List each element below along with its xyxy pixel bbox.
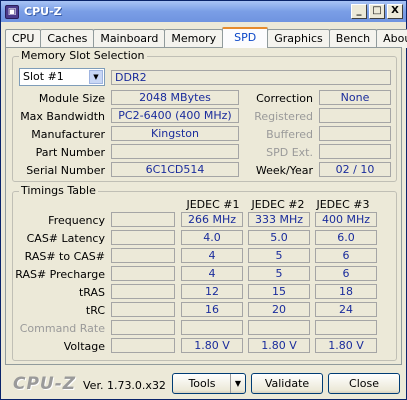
spd-ext-label: SPD Ext. xyxy=(266,146,313,159)
manufacturer-value: Kingston xyxy=(111,126,239,141)
timing-value: 1.80 V xyxy=(315,338,377,353)
validate-button[interactable]: Validate xyxy=(251,373,323,394)
timing-value: 1.80 V xyxy=(248,338,310,353)
week-year-label: Week/Year xyxy=(255,164,313,177)
timings-group-title: Timings Table xyxy=(19,184,98,197)
timing-value: 15 xyxy=(248,284,310,299)
timing-value: 24 xyxy=(315,302,377,317)
tools-button-label: Tools xyxy=(188,377,216,390)
timings-group: Timings Table JEDEC #1 JEDEC #2 JEDEC #3… xyxy=(12,184,397,361)
module-size-label: Module Size xyxy=(38,92,105,105)
col-head-jedec-3: JEDEC #3 xyxy=(316,198,370,211)
timing-value xyxy=(248,320,310,335)
timing-value: 6.0 xyxy=(315,230,377,245)
buffered-value xyxy=(319,126,391,141)
timing-value: 4 xyxy=(181,248,243,263)
timing-value: 4 xyxy=(181,266,243,281)
part-number-value xyxy=(111,144,239,159)
tab-spd[interactable]: SPD xyxy=(222,27,269,48)
timing-value: 333 MHz xyxy=(248,212,310,227)
timing-blank-cell xyxy=(111,338,175,353)
buffered-label: Buffered xyxy=(266,128,313,141)
tab-memory[interactable]: Memory xyxy=(164,29,224,48)
footer-bar: CPU-Z Ver. 1.73.0.x32 Tools ▼ Validate C… xyxy=(1,367,406,399)
title-bar[interactable]: ▣ CPU-Z _ □ X xyxy=(1,1,406,22)
tab-cpu[interactable]: CPU xyxy=(5,29,42,48)
cpu-z-logo: CPU-Z xyxy=(13,374,77,394)
timing-value: 20 xyxy=(248,302,310,317)
timing-value xyxy=(181,320,243,335)
tab-mainboard[interactable]: Mainboard xyxy=(93,29,166,48)
close-button[interactable]: Close xyxy=(328,373,400,394)
timing-value: 16 xyxy=(181,302,243,317)
module-size-value: 2048 MBytes xyxy=(111,90,239,105)
registered-label: Registered xyxy=(254,110,313,123)
manufacturer-label: Manufacturer xyxy=(31,128,105,141)
memory-slot-group-title: Memory Slot Selection xyxy=(19,49,147,62)
timing-label-tras: tRAS xyxy=(78,286,105,299)
max-bandwidth-value: PC2-6400 (400 MHz) xyxy=(111,108,239,123)
week-year-value: 02 / 10 xyxy=(319,162,391,177)
version-text: Ver. 1.73.0.x32 xyxy=(83,379,166,392)
chevron-down-icon[interactable]: ▼ xyxy=(230,374,245,393)
correction-label: Correction xyxy=(256,92,313,105)
slot-select[interactable]: Slot #1 ▼ xyxy=(19,68,105,86)
tools-button[interactable]: Tools ▼ xyxy=(172,373,246,394)
registered-value xyxy=(319,108,391,123)
timing-label-trc: tRC xyxy=(85,304,105,317)
tab-bar: CPU Caches Mainboard Memory SPD Graphics… xyxy=(5,27,407,48)
timing-label-ras-to-cas: RAS# to CAS# xyxy=(24,250,105,263)
timing-label-ras-precharge: RAS# Precharge xyxy=(15,268,105,281)
timing-blank-cell xyxy=(111,248,175,263)
correction-value: None xyxy=(319,90,391,105)
memory-type-value: DDR2 xyxy=(111,70,391,85)
tab-caches[interactable]: Caches xyxy=(40,29,95,48)
timing-value: 12 xyxy=(181,284,243,299)
timing-blank-cell xyxy=(111,230,175,245)
timing-value: 5 xyxy=(248,266,310,281)
col-head-jedec-2: JEDEC #2 xyxy=(251,198,305,211)
minimize-button[interactable]: _ xyxy=(351,4,367,19)
slot-select-value: Slot #1 xyxy=(23,70,64,83)
memory-slot-group: Memory Slot Selection Slot #1 ▼ DDR2 Mod… xyxy=(12,49,397,182)
max-bandwidth-label: Max Bandwidth xyxy=(20,110,105,123)
timing-label-voltage: Voltage xyxy=(63,340,105,353)
timing-blank-cell xyxy=(111,266,175,281)
spd-panel: Memory Slot Selection Slot #1 ▼ DDR2 Mod… xyxy=(5,47,402,365)
serial-number-value: 6C1CD514 xyxy=(111,162,239,177)
timing-label-frequency: Frequency xyxy=(48,214,105,227)
chevron-down-icon[interactable]: ▼ xyxy=(89,70,103,84)
timing-value: 5 xyxy=(248,248,310,263)
timing-blank-cell xyxy=(111,284,175,299)
timing-value: 400 MHz xyxy=(315,212,377,227)
spd-ext-value xyxy=(319,144,391,159)
serial-number-label: Serial Number xyxy=(26,164,105,177)
timing-label-cas-latency: CAS# Latency xyxy=(26,232,105,245)
maximize-button[interactable]: □ xyxy=(369,4,385,19)
tab-about[interactable]: About xyxy=(376,29,407,48)
timing-value: 266 MHz xyxy=(181,212,243,227)
timing-value: 18 xyxy=(315,284,377,299)
timing-value xyxy=(315,320,377,335)
cpuz-window: ▣ CPU-Z _ □ X CPU Caches Mainboard Memor… xyxy=(0,0,407,400)
timing-value: 5.0 xyxy=(248,230,310,245)
part-number-label: Part Number xyxy=(35,146,105,159)
timing-value: 6 xyxy=(315,248,377,263)
close-window-button[interactable]: X xyxy=(387,4,403,19)
tab-graphics[interactable]: Graphics xyxy=(267,29,330,48)
timing-value: 1.80 V xyxy=(181,338,243,353)
timing-label-command-rate: Command Rate xyxy=(19,322,105,335)
window-title: CPU-Z xyxy=(24,5,62,18)
cpu-z-icon: ▣ xyxy=(5,4,19,19)
col-head-jedec-1: JEDEC #1 xyxy=(186,198,240,211)
timing-blank-cell xyxy=(111,320,175,335)
timing-value: 4.0 xyxy=(181,230,243,245)
timing-blank-cell xyxy=(111,302,175,317)
tab-bench[interactable]: Bench xyxy=(328,29,378,48)
timing-value: 6 xyxy=(315,266,377,281)
timing-blank-cell xyxy=(111,212,175,227)
